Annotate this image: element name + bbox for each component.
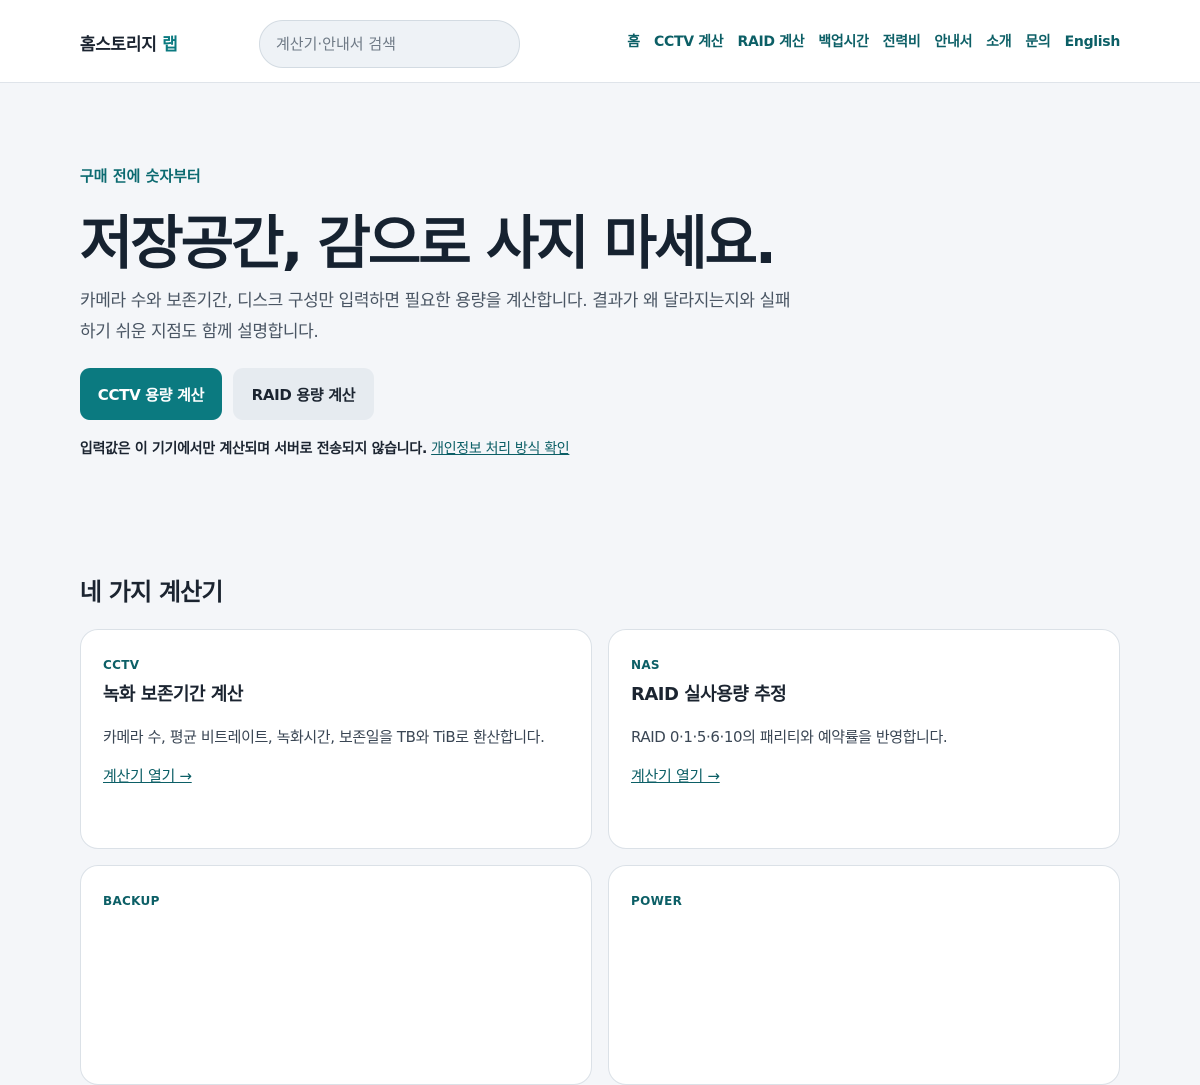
card-title: RAID 실사용량 추정 [631, 684, 787, 705]
privacy-notice: 입력값은 이 기기에서만 계산되며 서버로 전송되지 않습니다. 개인정보 처리… [80, 438, 570, 458]
card-description: 카메라 수, 평균 비트레이트, 녹화시간, 보존일을 TB와 TiB로 환산합… [103, 728, 545, 746]
nav-item: 안내서 [935, 31, 973, 51]
nav-link-raid[interactable]: RAID 계산 [737, 34, 804, 50]
nav-item: English [1065, 31, 1121, 51]
nav-item: 소개 [986, 31, 1011, 51]
nav-item: 백업시간 [818, 31, 869, 51]
nav-link-about[interactable]: 소개 [986, 34, 1011, 50]
site-header: 홈스토리지 랩 홈 CCTV 계산 RAID 계산 백업시간 전력비 안내서 소… [0, 0, 1200, 83]
card-description: RAID 0·1·5·6·10의 패리티와 예약률을 반영합니다. [631, 728, 948, 746]
main-nav: 홈 CCTV 계산 RAID 계산 백업시간 전력비 안내서 소개 문의 Eng… [627, 31, 1120, 51]
card-tag: CCTV [103, 658, 140, 672]
hero-description: 카메라 수와 보존기간, 디스크 구성만 입력하면 필요한 용량을 계산합니다.… [80, 291, 791, 342]
nav-item: 전력비 [883, 31, 921, 51]
nav-item: CCTV 계산 [654, 31, 724, 51]
nav-item: 홈 [627, 31, 640, 51]
nav-link-cctv[interactable]: CCTV 계산 [654, 34, 724, 50]
card-tag: POWER [631, 894, 683, 908]
nav-item: 문의 [1025, 31, 1050, 51]
nav-item: RAID 계산 [737, 31, 804, 51]
site-logo[interactable]: 홈스토리지 랩 [80, 30, 178, 55]
logo-text: 홈스토리지 [80, 35, 157, 55]
cctv-calc-button[interactable]: CCTV 용량 계산 [80, 368, 222, 420]
raid-calc-button[interactable]: RAID 용량 계산 [233, 368, 374, 420]
card-tag: BACKUP [103, 894, 160, 908]
privacy-text: 입력값은 이 기기에서만 계산되며 서버로 전송되지 않습니다. [80, 441, 427, 457]
privacy-link[interactable]: 개인정보 처리 방식 확인 [431, 441, 570, 457]
card-title: 녹화 보존기간 계산 [103, 684, 244, 705]
nav-link-english[interactable]: English [1065, 34, 1121, 50]
open-calculator-link[interactable]: 계산기 열기 → [103, 765, 192, 786]
nav-link-backup[interactable]: 백업시간 [818, 34, 869, 50]
calculator-card-nas: NAS RAID 실사용량 추정 RAID 0·1·5·6·10의 패리티와 예… [608, 629, 1120, 849]
logo-accent-text: 랩 [162, 35, 178, 55]
nav-link-guide[interactable]: 안내서 [935, 34, 973, 50]
search-input[interactable] [259, 20, 520, 68]
card-tag: NAS [631, 658, 660, 672]
nav-link-power[interactable]: 전력비 [883, 34, 921, 50]
hero-title: 저장공간, 감으로 사지 마세요. [80, 209, 777, 277]
calculator-card-cctv: CCTV 녹화 보존기간 계산 카메라 수, 평균 비트레이트, 녹화시간, 보… [80, 629, 592, 849]
calculator-card-power: POWER [608, 865, 1120, 1085]
nav-link-home[interactable]: 홈 [627, 34, 640, 50]
open-calculator-link[interactable]: 계산기 열기 → [631, 765, 720, 786]
nav-link-contact[interactable]: 문의 [1025, 34, 1050, 50]
calculator-card-backup: BACKUP [80, 865, 592, 1085]
hero-eyebrow: 구매 전에 숫자부터 [80, 167, 201, 185]
section-title: 네 가지 계산기 [80, 578, 224, 606]
